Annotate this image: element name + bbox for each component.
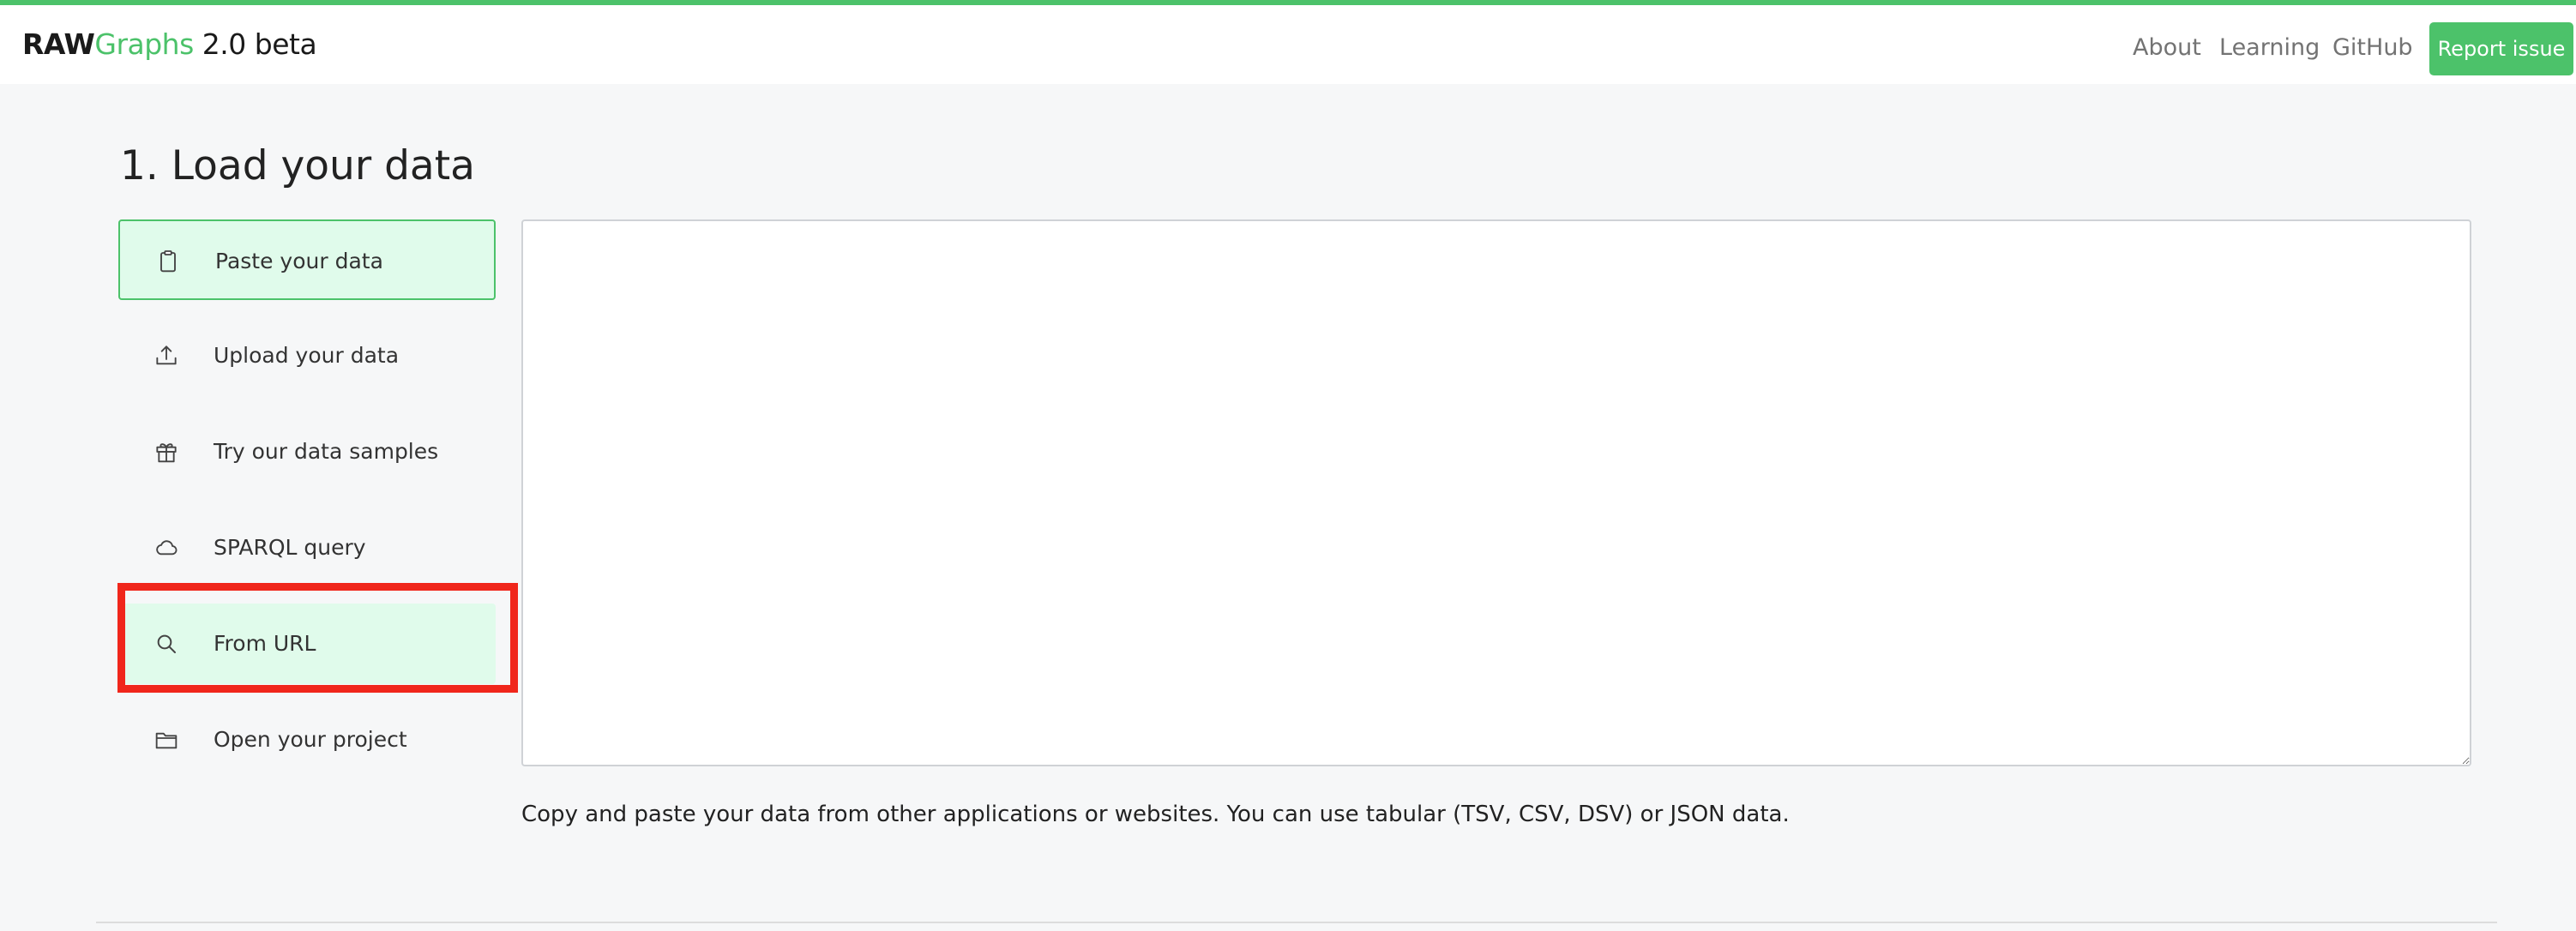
logo-version: 2.0 beta [193, 27, 317, 61]
source-label: SPARQL query [214, 535, 366, 560]
top-navbar: RAWGraphs 2.0 beta About Learning GitHub… [0, 0, 2576, 84]
page-title: 1. Load your data [120, 142, 475, 189]
logo-graphs: Graphs [94, 27, 194, 61]
source-label: Try our data samples [214, 439, 439, 464]
source-sparql-query[interactable]: SPARQL query [118, 508, 496, 588]
gift-icon [153, 438, 180, 466]
source-label: Paste your data [215, 249, 383, 273]
folder-icon [153, 726, 180, 754]
search-icon [153, 630, 180, 658]
paste-data-textarea[interactable] [521, 219, 2471, 766]
source-upload-data[interactable]: Upload your data [118, 315, 496, 396]
nav-github-link[interactable]: GitHub [2332, 33, 2413, 63]
section-divider [96, 922, 2497, 923]
logo-raw: RAW [22, 27, 95, 61]
source-label: Upload your data [214, 343, 400, 368]
source-from-url[interactable]: From URL [118, 604, 496, 684]
report-issue-button[interactable]: Report issue [2429, 22, 2573, 75]
cloud-icon [153, 534, 180, 562]
source-label: From URL [214, 631, 316, 656]
source-paste-data[interactable]: Paste your data [118, 219, 496, 300]
source-data-samples[interactable]: Try our data samples [118, 411, 496, 492]
clipboard-icon [154, 248, 182, 275]
nav-learning-link[interactable]: Learning [2219, 33, 2320, 63]
app-logo[interactable]: RAWGraphs 2.0 beta [22, 27, 317, 62]
upload-icon [153, 342, 180, 369]
source-open-project[interactable]: Open your project [118, 700, 496, 780]
paste-help-text: Copy and paste your data from other appl… [521, 802, 1790, 827]
source-label: Open your project [214, 727, 407, 752]
nav-about-link[interactable]: About [2133, 33, 2201, 63]
